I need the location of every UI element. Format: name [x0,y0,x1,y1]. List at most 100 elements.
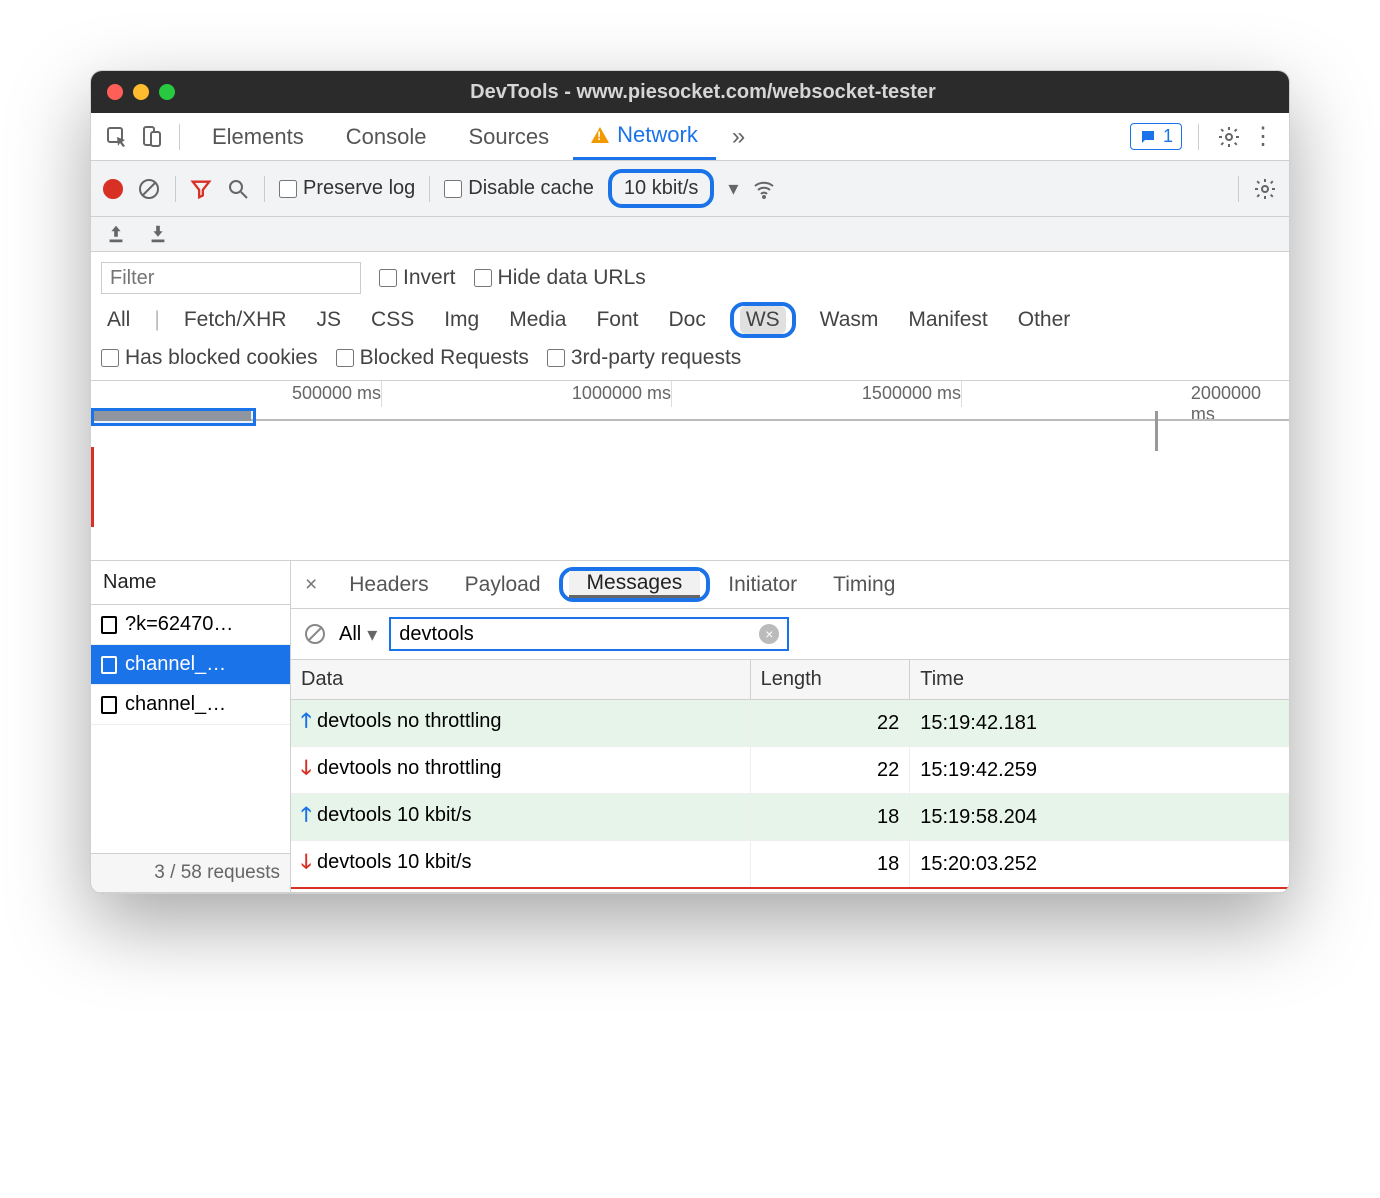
search-icon[interactable] [226,177,250,201]
clear-filter-icon[interactable]: × [759,624,779,644]
messages-table: Data Length Time 🡑 devtools no throttlin… [291,660,1289,889]
filter-type-wasm[interactable]: Wasm [814,306,885,334]
third-party-checkbox[interactable]: 3rd-party requests [547,346,741,370]
detail-tab-messages[interactable]: Messages [569,571,701,598]
detail-tabs: × Headers Payload Messages Initiator Tim… [291,561,1289,609]
blocked-requests-checkbox[interactable]: Blocked Requests [336,346,529,370]
request-count-footer: 3 / 58 requests [91,853,290,892]
preserve-log-label: Preserve log [303,177,415,200]
throttling-value: 10 kbit/s [624,177,698,199]
preserve-log-checkbox[interactable]: Preserve log [279,177,415,200]
filter-type-other[interactable]: Other [1012,306,1077,334]
tab-console[interactable]: Console [328,113,445,160]
detail-tab-headers[interactable]: Headers [331,561,446,608]
col-time[interactable]: Time [910,660,1289,700]
disable-cache-label: Disable cache [468,177,594,200]
filter-type-all[interactable]: All [101,306,136,334]
request-row[interactable]: ?k=62470… [91,605,290,645]
warning-icon [591,127,609,143]
chat-icon [1139,128,1157,146]
filter-type-manifest[interactable]: Manifest [902,306,993,334]
filter-type-font[interactable]: Font [590,306,644,334]
arrow-down-icon: 🡓 [301,851,311,873]
more-tabs-chevron[interactable]: » [722,123,755,151]
har-toolbar [91,217,1289,252]
panels-tabstrip: Elements Console Sources Network » 1 ⋮ [91,113,1289,161]
filter-type-js[interactable]: JS [311,306,348,334]
timeline-tick: 1000000 ms [572,383,671,404]
filter-type-fetch[interactable]: Fetch/XHR [178,306,293,334]
record-button[interactable] [103,179,123,199]
messages-filter-input[interactable] [399,623,759,646]
blocked-cookies-checkbox[interactable]: Has blocked cookies [101,346,318,370]
col-data[interactable]: Data [291,660,750,700]
detail-tab-payload[interactable]: Payload [447,561,559,608]
throttling-select[interactable]: 10 kbit/s [608,169,714,208]
arrow-up-icon: 🡑 [301,804,311,826]
timeline-tick: 500000 ms [292,383,381,404]
timeline-load-marker [91,447,94,527]
close-window-button[interactable] [107,84,123,100]
separator [1198,124,1199,150]
tab-elements[interactable]: Elements [194,113,322,160]
filter-bar: Invert Hide data URLs All | Fetch/XHR JS… [91,252,1289,381]
close-detail-button[interactable]: × [291,573,331,597]
document-icon [101,656,117,674]
network-settings-gear-icon[interactable] [1253,177,1277,201]
throttle-caret-icon[interactable]: ▾ [728,176,738,201]
settings-gear-icon[interactable] [1215,123,1243,151]
filter-funnel-icon[interactable] [190,178,212,200]
filter-type-img[interactable]: Img [438,306,485,334]
timeline-tick: 1500000 ms [862,383,961,404]
hide-data-urls-checkbox[interactable]: Hide data URLs [474,266,646,290]
messages-direction-select[interactable]: All ▾ [339,622,377,647]
export-har-icon[interactable] [105,223,127,245]
kebab-menu-icon[interactable]: ⋮ [1249,123,1277,151]
messages-toolbar: All ▾ × [291,609,1289,660]
import-har-icon[interactable] [147,223,169,245]
filter-type-doc[interactable]: Doc [662,306,711,334]
network-toolbar: Preserve log Disable cache 10 kbit/s ▾ [91,161,1289,217]
tab-network-label: Network [617,122,698,148]
detail-tab-initiator[interactable]: Initiator [710,561,815,608]
filter-type-media[interactable]: Media [503,306,572,334]
request-row[interactable]: channel_… [91,685,290,725]
network-conditions-icon[interactable] [752,177,776,201]
col-length[interactable]: Length [750,660,910,700]
request-row[interactable]: channel_… [91,645,290,685]
message-row[interactable]: 🡓 devtools 10 kbit/s 18 15:20:03.252 [291,841,1289,889]
message-row[interactable]: 🡑 devtools 10 kbit/s 18 15:19:58.204 [291,794,1289,841]
maximize-window-button[interactable] [159,84,175,100]
filter-type-ws[interactable]: WS [740,306,786,334]
tab-network[interactable]: Network [573,113,716,160]
filter-type-css[interactable]: CSS [365,306,420,334]
arrow-down-icon: 🡓 [301,757,311,779]
timeline-overview[interactable]: 500000 ms 1000000 ms 1500000 ms 2000000 … [91,381,1289,561]
device-toolbar-icon[interactable] [137,123,165,151]
filter-input[interactable] [101,262,361,294]
document-icon [101,696,117,714]
tab-sources[interactable]: Sources [450,113,567,160]
request-detail-pane: × Headers Payload Messages Initiator Tim… [291,561,1289,892]
issues-badge[interactable]: 1 [1130,123,1182,150]
request-list-header[interactable]: Name [91,561,290,605]
request-name: channel_… [125,693,226,716]
invert-checkbox[interactable]: Invert [379,266,456,290]
minimize-window-button[interactable] [133,84,149,100]
inspect-element-icon[interactable] [103,123,131,151]
clear-messages-button[interactable] [303,622,327,646]
disable-cache-checkbox[interactable]: Disable cache [444,177,594,200]
detail-tab-timing[interactable]: Timing [815,561,913,608]
titlebar: DevTools - www.piesocket.com/websocket-t… [91,71,1289,113]
request-split-pane: Name ?k=62470… channel_… channel_… 3 / 5… [91,561,1289,893]
request-name: ?k=62470… [125,613,233,636]
timeline-selection[interactable] [91,408,256,426]
request-name: channel_… [125,653,226,676]
message-row[interactable]: 🡑 devtools no throttling 22 15:19:42.181 [291,700,1289,747]
document-icon [101,616,117,634]
message-row[interactable]: 🡓 devtools no throttling 22 15:19:42.259 [291,747,1289,794]
separator [179,124,180,150]
window-title: DevTools - www.piesocket.com/websocket-t… [193,81,1273,104]
clear-button[interactable] [137,177,161,201]
separator [264,176,265,202]
